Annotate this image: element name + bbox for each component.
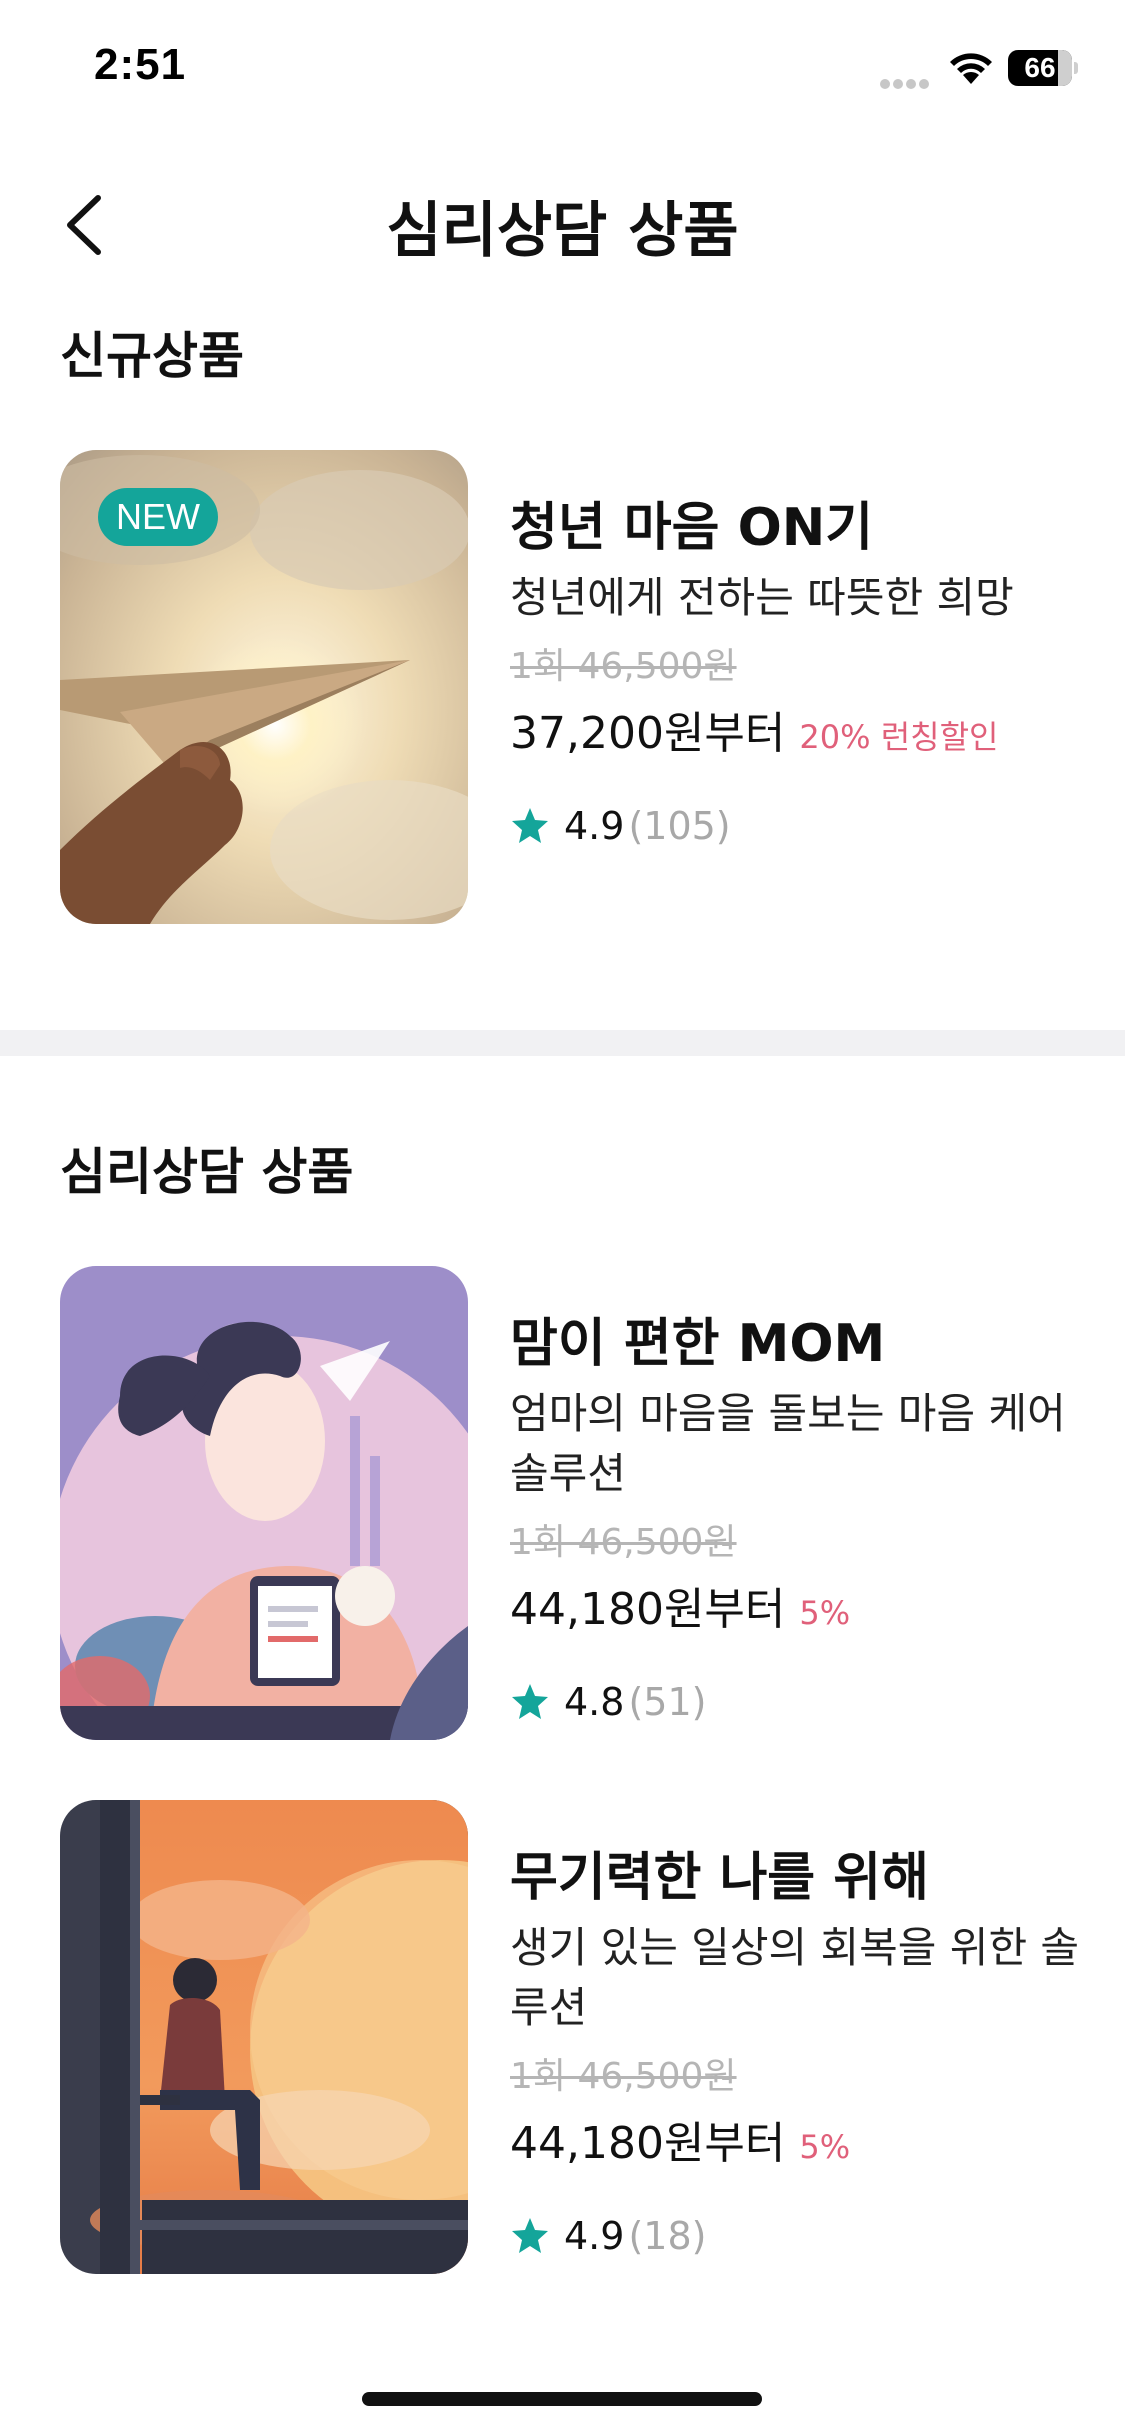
product-card[interactable]: NEW 청년 마음 ON기 청년에게 전하는 따뜻한 희망 1회 46,500원… [60, 450, 1070, 925]
sale-price: 37,200원부터 [510, 708, 786, 759]
section-divider [0, 1030, 1125, 1056]
window-moon-image [60, 1800, 468, 2274]
review-count: (105) [628, 804, 731, 848]
rating-row: 4.8 (51) [510, 1677, 1080, 1727]
sale-price: 44,180원부터 [510, 2118, 786, 2169]
wifi-icon [950, 53, 992, 84]
product-card[interactable]: 무기력한 나를 위해 생기 있는 일상의 회복을 위한 솔루션 1회 46,50… [60, 1800, 1079, 2275]
product-title: 청년 마음 ON기 [510, 498, 874, 558]
rating-row: 4.9 (18) [510, 2211, 1080, 2261]
product-description: 엄마의 마음을 돌보는 마음 케어 솔루션 [510, 1389, 1066, 1498]
discount-label: 5% [799, 2128, 851, 2166]
original-price: 1회 46,500원 [510, 1522, 737, 1563]
product-info: 맘이 편한 MOM 엄마의 마음을 돌보는 마음 케어 솔루션 1회 46,50… [510, 1266, 1080, 1727]
sale-price: 44,180원부터 [510, 1584, 786, 1635]
discount-label: 5% [799, 1594, 851, 1632]
section-title-counseling: 심리상담 상품 [60, 1143, 354, 1201]
mother-illustration-image [60, 1266, 468, 1740]
original-price: 1회 46,500원 [510, 2056, 737, 2097]
product-card[interactable]: 맘이 편한 MOM 엄마의 마음을 돌보는 마음 케어 솔루션 1회 46,50… [60, 1266, 1070, 1741]
product-description: 생기 있는 일상의 회복을 위한 솔루션 [510, 1923, 1080, 2032]
status-time: 2:51 [94, 40, 187, 89]
product-thumbnail [60, 1266, 468, 1740]
cellular-signal-icon [880, 74, 932, 89]
rating-value: 4.9 [564, 804, 625, 848]
product-info: 청년 마음 ON기 청년에게 전하는 따뜻한 희망 1회 46,500원 37,… [510, 450, 1080, 851]
header: 심리상담 상품 [0, 170, 1125, 280]
battery-icon: 66 [1008, 50, 1078, 86]
discount-label: 20% 런칭할인 [799, 718, 999, 756]
status-bar: 2:51 66 [0, 0, 1125, 130]
rating-value: 4.9 [564, 2214, 625, 2258]
star-icon [512, 2218, 548, 2253]
original-price: 1회 46,500원 [510, 646, 737, 687]
star-icon [512, 1684, 548, 1719]
product-thumbnail: NEW [60, 450, 468, 924]
price-row: 44,180원부터 5% [510, 1582, 1080, 1647]
product-title: 맘이 편한 MOM [510, 1314, 886, 1374]
battery-level: 66 [1024, 52, 1056, 83]
rating-value: 4.8 [564, 1680, 625, 1724]
new-badge: NEW [98, 488, 218, 546]
product-info: 무기력한 나를 위해 생기 있는 일상의 회복을 위한 솔루션 1회 46,50… [510, 1800, 1080, 2261]
rating-row: 4.9 (105) [510, 801, 1080, 851]
product-title: 무기력한 나를 위해 [510, 1848, 929, 1908]
product-thumbnail [60, 1800, 468, 2274]
price-row: 37,200원부터 20% 런칭할인 [510, 706, 1080, 771]
section-title-new: 신규상품 [60, 327, 244, 385]
review-count: (18) [628, 2214, 707, 2258]
star-icon [512, 808, 548, 843]
product-description: 청년에게 전하는 따뜻한 희망 [510, 573, 1014, 622]
home-indicator[interactable] [362, 2392, 762, 2406]
review-count: (51) [628, 1680, 707, 1724]
price-row: 44,180원부터 5% [510, 2116, 1080, 2181]
page-title: 심리상담 상품 [386, 196, 739, 266]
